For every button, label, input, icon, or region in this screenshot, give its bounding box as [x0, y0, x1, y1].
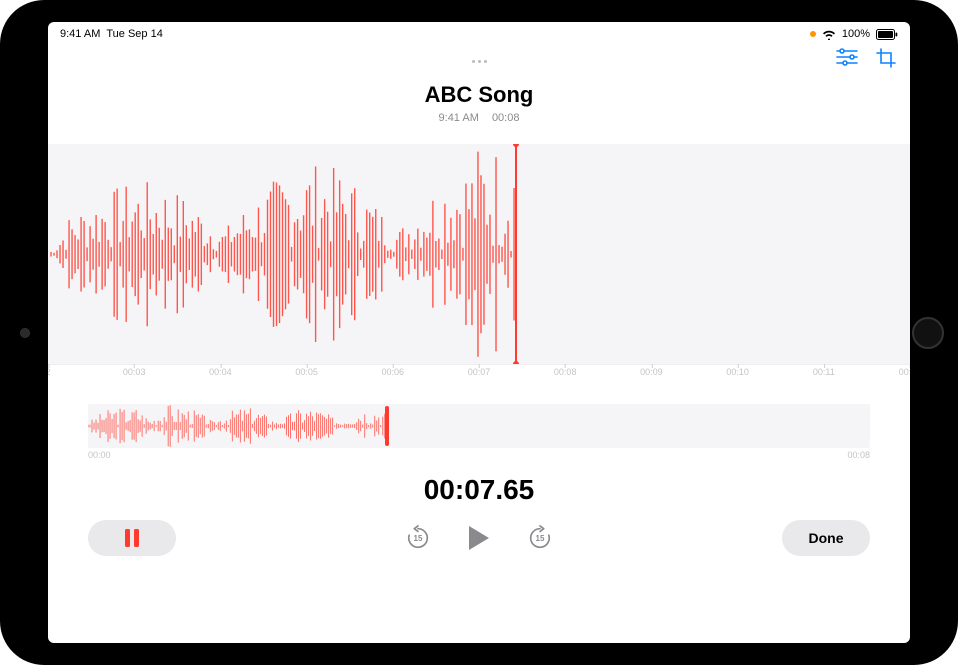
front-camera: [20, 328, 30, 338]
recording-title[interactable]: ABC Song: [48, 82, 910, 108]
status-left: 9:41 AM Tue Sep 14: [60, 28, 163, 40]
header-actions: [836, 48, 896, 68]
pause-icon: [124, 529, 140, 547]
overview-labels: 00:00 00:08: [88, 450, 870, 460]
ipad-frame: 9:41 AM Tue Sep 14 100%: [0, 0, 958, 665]
ruler-tick: 00:11: [813, 367, 835, 377]
crop-icon[interactable]: [876, 48, 896, 68]
time-ruler: 2 00:03 00:04 00:05 00:06 00:07 00:08 00:09 00:1…: [48, 364, 910, 386]
ruler-tick: 00:12: [899, 367, 910, 377]
sliders-icon[interactable]: [836, 48, 858, 68]
skip-back-label: 15: [414, 534, 423, 543]
battery-icon: [876, 29, 898, 40]
waveform-overview-svg: [88, 404, 870, 448]
waveform-overview[interactable]: [88, 404, 870, 448]
ruler-tick: 00:09: [640, 367, 663, 377]
ruler-tick: 00:03: [123, 367, 146, 377]
home-button[interactable]: [912, 317, 944, 349]
playhead-main[interactable]: [515, 144, 517, 364]
ruler-tick: 00:08: [554, 367, 577, 377]
skip-forward-label: 15: [536, 534, 545, 543]
status-right: 100%: [810, 28, 898, 40]
overview-start: 00:00: [88, 450, 111, 460]
app-header: [48, 46, 910, 76]
playback-controls: 15 15 Done: [88, 520, 870, 556]
pause-record-button[interactable]: [88, 520, 176, 556]
ruler-tick: 2: [48, 367, 51, 377]
ruler-tick: 00:10: [726, 367, 749, 377]
recording-subtitle: 9:41 AM 00:08: [48, 112, 910, 124]
skip-forward-button[interactable]: 15: [527, 525, 553, 551]
done-button[interactable]: Done: [782, 520, 870, 556]
screen: 9:41 AM Tue Sep 14 100%: [48, 22, 910, 643]
recording-time: 9:41 AM: [439, 112, 479, 124]
ruler-tick: 00:05: [295, 367, 318, 377]
status-bar: 9:41 AM Tue Sep 14 100%: [48, 22, 910, 46]
play-icon: [467, 525, 491, 551]
recording-title-block: ABC Song 9:41 AM 00:08: [48, 82, 910, 124]
ruler-tick: 00:04: [209, 367, 232, 377]
current-time: 00:07.65: [48, 474, 910, 506]
recording-indicator-icon: [810, 31, 816, 37]
overview-end: 00:08: [847, 450, 870, 460]
status-time: 9:41 AM: [60, 28, 100, 40]
skip-back-button[interactable]: 15: [405, 525, 431, 551]
ruler-tick: 00:06: [382, 367, 405, 377]
waveform-main-svg: [48, 144, 910, 364]
recording-duration: 00:08: [492, 112, 520, 124]
waveform-main[interactable]: [48, 144, 910, 364]
multitask-dots-icon[interactable]: [472, 60, 487, 63]
playhead-overview[interactable]: [385, 406, 389, 446]
status-date: Tue Sep 14: [106, 28, 162, 40]
wifi-icon: [822, 29, 836, 40]
battery-percent: 100%: [842, 28, 870, 40]
ruler-tick: 00:07: [468, 367, 491, 377]
play-button[interactable]: [467, 525, 491, 551]
